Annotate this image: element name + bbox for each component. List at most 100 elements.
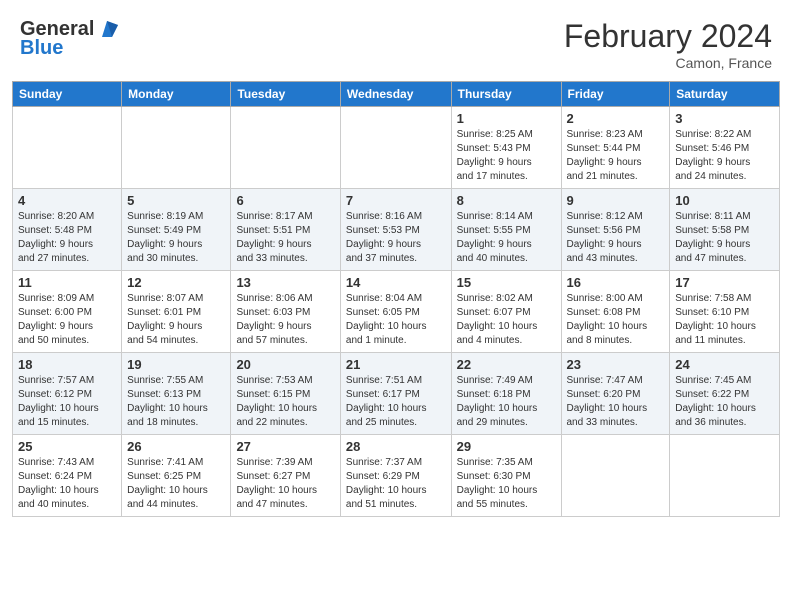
col-tuesday: Tuesday [231, 82, 340, 107]
day-info: Sunrise: 8:09 AM Sunset: 6:00 PM Dayligh… [18, 292, 116, 348]
calendar-week-3: 18 Sunrise: 7:57 AM Sunset: 6:12 PM Dayli… [13, 353, 780, 435]
day-info: Sunrise: 8:12 AM Sunset: 5:56 PM Dayligh… [567, 210, 665, 266]
day-number: 10 [675, 193, 774, 208]
col-saturday: Saturday [670, 82, 780, 107]
day-number: 1 [457, 111, 556, 126]
logo: General Blue [20, 18, 120, 60]
calendar-cell [231, 107, 340, 189]
calendar-cell: 20Sunrise: 7:53 AM Sunset: 6:15 PM Dayli… [231, 353, 340, 435]
col-friday: Friday [561, 82, 670, 107]
day-info: Sunrise: 7:51 AM Sunset: 6:17 PM Dayligh… [346, 374, 446, 430]
day-info: Sunrise: 7:47 AM Sunset: 6:20 PM Dayligh… [567, 374, 665, 430]
day-info: Sunrise: 8:11 AM Sunset: 5:58 PM Dayligh… [675, 210, 774, 266]
calendar-cell: 8 Sunrise: 8:14 AM Sunset: 5:55 PM Daylig… [451, 189, 561, 271]
day-number: 16 [567, 275, 665, 290]
day-number: 12 [127, 275, 225, 290]
day-info: Sunrise: 7:39 AM Sunset: 6:27 PM Dayligh… [236, 456, 334, 512]
day-number: 25 [18, 439, 116, 454]
calendar-cell: 12 Sunrise: 8:07 AM Sunset: 6:01 PM Dayli… [122, 271, 231, 353]
day-info: Sunrise: 8:19 AM Sunset: 5:49 PM Dayligh… [127, 210, 225, 266]
day-number: 21 [346, 357, 446, 372]
day-number: 18 [18, 357, 116, 372]
day-info: Sunrise: 7:53 AM Sunset: 6:15 PM Dayligh… [236, 374, 334, 430]
day-number: 19 [127, 357, 225, 372]
day-number: 6 [236, 193, 334, 208]
calendar-week-1: 4 Sunrise: 8:20 AM Sunset: 5:48 PM Daylig… [13, 189, 780, 271]
calendar-cell: 18 Sunrise: 7:57 AM Sunset: 6:12 PM Dayli… [13, 353, 122, 435]
calendar-cell [670, 435, 780, 517]
day-info: Sunrise: 8:16 AM Sunset: 5:53 PM Dayligh… [346, 210, 446, 266]
day-info: Sunrise: 8:20 AM Sunset: 5:48 PM Dayligh… [18, 210, 116, 266]
calendar-cell: 28 Sunrise: 7:37 AM Sunset: 6:29 PM Dayli… [340, 435, 451, 517]
day-number: 5 [127, 193, 225, 208]
calendar-week-0: 1Sunrise: 8:25 AM Sunset: 5:43 PM Daylig… [13, 107, 780, 189]
calendar-cell: 9 Sunrise: 8:12 AM Sunset: 5:56 PM Daylig… [561, 189, 670, 271]
day-info: Sunrise: 8:07 AM Sunset: 6:01 PM Dayligh… [127, 292, 225, 348]
day-info: Sunrise: 8:14 AM Sunset: 5:55 PM Dayligh… [457, 210, 556, 266]
day-number: 7 [346, 193, 446, 208]
calendar-cell [13, 107, 122, 189]
day-number: 11 [18, 275, 116, 290]
subtitle: Camon, France [564, 55, 772, 71]
day-info: Sunrise: 8:04 AM Sunset: 6:05 PM Dayligh… [346, 292, 446, 348]
day-number: 23 [567, 357, 665, 372]
day-info: Sunrise: 8:23 AM Sunset: 5:44 PM Dayligh… [567, 128, 665, 184]
day-info: Sunrise: 7:43 AM Sunset: 6:24 PM Dayligh… [18, 456, 116, 512]
calendar-cell: 11 Sunrise: 8:09 AM Sunset: 6:00 PM Dayli… [13, 271, 122, 353]
calendar-cell: 16 Sunrise: 8:00 AM Sunset: 6:08 PM Dayli… [561, 271, 670, 353]
day-info: Sunrise: 7:45 AM Sunset: 6:22 PM Dayligh… [675, 374, 774, 430]
day-number: 9 [567, 193, 665, 208]
day-info: Sunrise: 7:37 AM Sunset: 6:29 PM Dayligh… [346, 456, 446, 512]
calendar-cell: 2Sunrise: 8:23 AM Sunset: 5:44 PM Daylig… [561, 107, 670, 189]
day-info: Sunrise: 7:55 AM Sunset: 6:13 PM Dayligh… [127, 374, 225, 430]
day-info: Sunrise: 8:22 AM Sunset: 5:46 PM Dayligh… [675, 128, 774, 184]
day-info: Sunrise: 7:57 AM Sunset: 6:12 PM Dayligh… [18, 374, 116, 430]
col-monday: Monday [122, 82, 231, 107]
header: General Blue February 2024 Camon, France [0, 0, 792, 81]
calendar-cell [122, 107, 231, 189]
calendar-header: Sunday Monday Tuesday Wednesday Thursday… [13, 82, 780, 107]
day-number: 17 [675, 275, 774, 290]
calendar-cell: 6 Sunrise: 8:17 AM Sunset: 5:51 PM Daylig… [231, 189, 340, 271]
calendar-week-2: 11 Sunrise: 8:09 AM Sunset: 6:00 PM Dayli… [13, 271, 780, 353]
calendar-cell: 26 Sunrise: 7:41 AM Sunset: 6:25 PM Dayli… [122, 435, 231, 517]
day-info: Sunrise: 7:41 AM Sunset: 6:25 PM Dayligh… [127, 456, 225, 512]
day-info: Sunrise: 8:00 AM Sunset: 6:08 PM Dayligh… [567, 292, 665, 348]
col-thursday: Thursday [451, 82, 561, 107]
calendar-cell [340, 107, 451, 189]
calendar-cell: 27Sunrise: 7:39 AM Sunset: 6:27 PM Dayli… [231, 435, 340, 517]
calendar-cell: 7 Sunrise: 8:16 AM Sunset: 5:53 PM Daylig… [340, 189, 451, 271]
day-number: 3 [675, 111, 774, 126]
calendar-cell: 19 Sunrise: 7:55 AM Sunset: 6:13 PM Dayli… [122, 353, 231, 435]
calendar-table: Sunday Monday Tuesday Wednesday Thursday… [12, 81, 780, 517]
day-number: 28 [346, 439, 446, 454]
day-info: Sunrise: 7:58 AM Sunset: 6:10 PM Dayligh… [675, 292, 774, 348]
calendar-cell: 14Sunrise: 8:04 AM Sunset: 6:05 PM Dayli… [340, 271, 451, 353]
calendar-week-4: 25 Sunrise: 7:43 AM Sunset: 6:24 PM Dayli… [13, 435, 780, 517]
col-wednesday: Wednesday [340, 82, 451, 107]
day-number: 8 [457, 193, 556, 208]
day-number: 13 [236, 275, 334, 290]
col-sunday: Sunday [13, 82, 122, 107]
day-number: 26 [127, 439, 225, 454]
calendar-cell: 24 Sunrise: 7:45 AM Sunset: 6:22 PM Dayli… [670, 353, 780, 435]
page: General Blue February 2024 Camon, France… [0, 0, 792, 612]
calendar-cell: 1Sunrise: 8:25 AM Sunset: 5:43 PM Daylig… [451, 107, 561, 189]
calendar-cell: 13Sunrise: 8:06 AM Sunset: 6:03 PM Dayli… [231, 271, 340, 353]
calendar-cell: 5 Sunrise: 8:19 AM Sunset: 5:49 PM Daylig… [122, 189, 231, 271]
calendar-cell [561, 435, 670, 517]
calendar-cell: 17 Sunrise: 7:58 AM Sunset: 6:10 PM Dayli… [670, 271, 780, 353]
day-info: Sunrise: 8:02 AM Sunset: 6:07 PM Dayligh… [457, 292, 556, 348]
day-number: 24 [675, 357, 774, 372]
title-area: February 2024 Camon, France [564, 18, 772, 71]
calendar-cell: 23 Sunrise: 7:47 AM Sunset: 6:20 PM Dayli… [561, 353, 670, 435]
day-info: Sunrise: 8:17 AM Sunset: 5:51 PM Dayligh… [236, 210, 334, 266]
day-number: 4 [18, 193, 116, 208]
calendar-cell: 4 Sunrise: 8:20 AM Sunset: 5:48 PM Daylig… [13, 189, 122, 271]
day-number: 15 [457, 275, 556, 290]
calendar-cell: 3 Sunrise: 8:22 AM Sunset: 5:46 PM Daylig… [670, 107, 780, 189]
calendar-cell: 21 Sunrise: 7:51 AM Sunset: 6:17 PM Dayli… [340, 353, 451, 435]
day-info: Sunrise: 7:49 AM Sunset: 6:18 PM Dayligh… [457, 374, 556, 430]
day-number: 29 [457, 439, 556, 454]
day-info: Sunrise: 7:35 AM Sunset: 6:30 PM Dayligh… [457, 456, 556, 512]
